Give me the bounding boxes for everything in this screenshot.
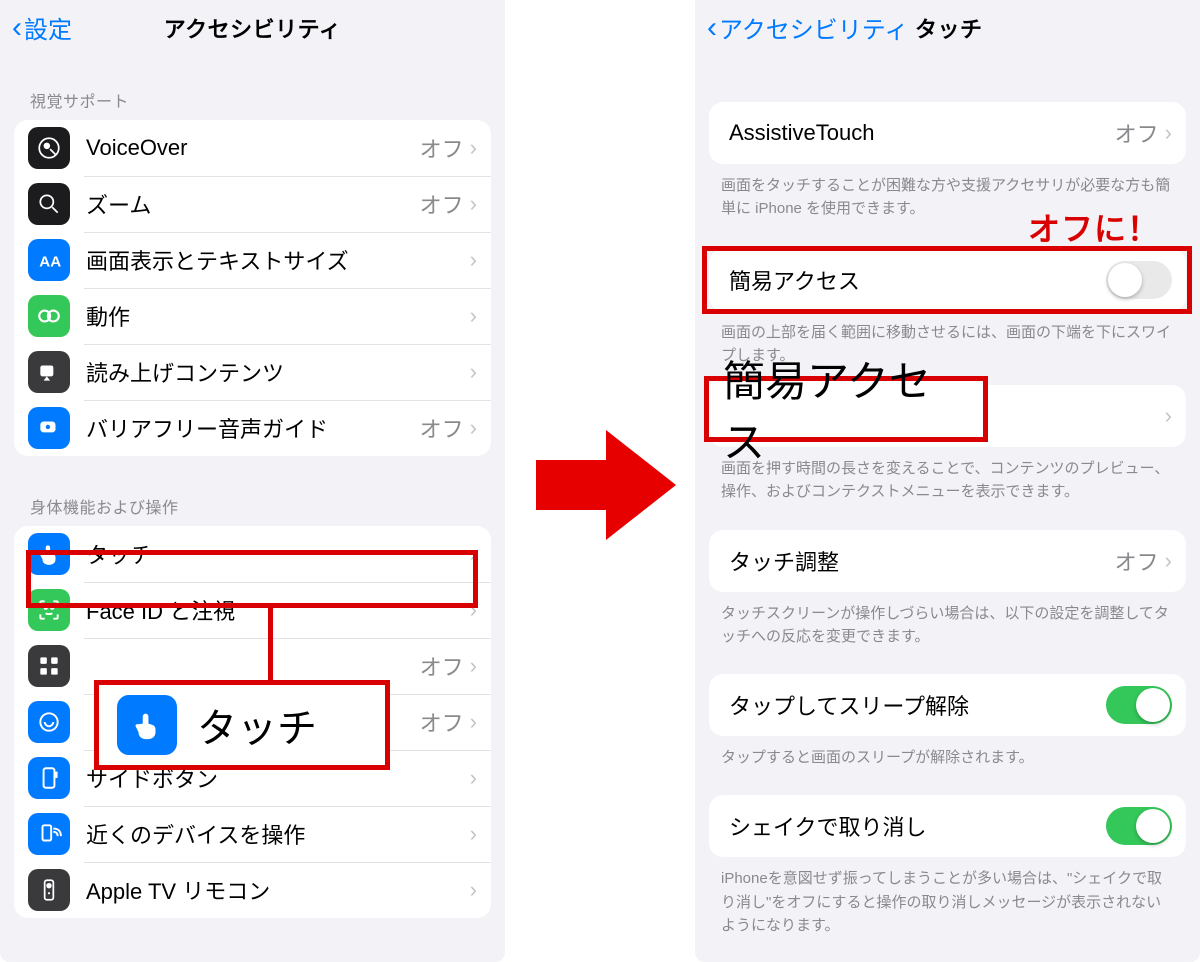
row-value: オフ <box>420 188 464 220</box>
row-label: 読み上げコンテンツ <box>86 356 470 388</box>
footer-tapwake: タップすると画面のスリープが解除されます。 <box>695 736 1200 769</box>
chevron-right-icon: › <box>1165 548 1172 574</box>
row-label: 簡易アクセス <box>729 264 1106 296</box>
row-label: Apple TV リモコン <box>86 874 470 906</box>
row-voiceover[interactable]: VoiceOver オフ › <box>14 120 491 176</box>
display-icon: AA <box>28 239 70 281</box>
toggle-shake[interactable] <box>1106 807 1172 845</box>
row-label: タップしてスリープ解除 <box>729 689 1106 721</box>
navbar-left: ‹ 設定 アクセシビリティ <box>0 0 505 50</box>
group-assistive: AssistiveTouch オフ › <box>709 102 1186 164</box>
chevron-right-icon: › <box>470 821 477 847</box>
row-appletv[interactable]: Apple TV リモコン › <box>14 862 491 918</box>
row-value: オフ <box>1115 117 1159 149</box>
chevron-right-icon: › <box>470 653 477 679</box>
chevron-right-icon: › <box>470 541 477 567</box>
callout-text: タッチ <box>197 696 317 754</box>
row-value: オフ <box>420 132 464 164</box>
navbar-right: ‹ アクセシビリティ タッチ <box>695 0 1200 50</box>
chevron-right-icon: › <box>470 303 477 329</box>
chevron-right-icon: › <box>470 359 477 385</box>
row-label: タッチ調整 <box>729 545 1115 577</box>
switch-icon <box>28 645 70 687</box>
row-label: AssistiveTouch <box>729 120 1115 146</box>
screenshot-left: ‹ 設定 アクセシビリティ 視覚サポート VoiceOver オフ › ズーム … <box>0 0 505 962</box>
row-label: VoiceOver <box>86 135 420 161</box>
chevron-right-icon: › <box>470 135 477 161</box>
row-touch-accom[interactable]: タッチ調整 オフ › <box>709 530 1186 592</box>
chevron-right-icon: › <box>1165 120 1172 146</box>
touch-icon <box>117 695 177 755</box>
audiodesc-icon <box>28 407 70 449</box>
row-audiodesc[interactable]: バリアフリー音声ガイド オフ › <box>14 400 491 456</box>
appletv-icon <box>28 869 70 911</box>
footer-shake: iPhoneを意図せず振ってしまうことが多い場合は、"シェイクで取り消し"をオフ… <box>695 857 1200 937</box>
callout-text: 簡易アクセス <box>723 348 969 470</box>
chevron-right-icon: › <box>470 765 477 791</box>
row-label: バリアフリー音声ガイド <box>86 412 420 444</box>
chevron-right-icon: › <box>470 597 477 623</box>
row-nearby[interactable]: 近くのデバイスを操作 › <box>14 806 491 862</box>
group-visual: VoiceOver オフ › ズーム オフ › AA 画面表示とテキストサイズ … <box>14 120 491 456</box>
page-title: アクセシビリティ <box>0 12 505 44</box>
row-motion[interactable]: 動作 › <box>14 288 491 344</box>
chevron-right-icon: › <box>470 247 477 273</box>
callout-touch: タッチ <box>94 680 390 770</box>
motion-icon <box>28 295 70 337</box>
row-spoken[interactable]: 読み上げコンテンツ › <box>14 344 491 400</box>
chevron-right-icon: › <box>470 877 477 903</box>
row-label: Face ID と注視 <box>86 594 470 626</box>
row-label: タッチ <box>86 538 470 570</box>
faceid-icon <box>28 589 70 631</box>
back-button[interactable]: ‹ アクセシビリティ <box>707 10 908 45</box>
row-touch[interactable]: タッチ › <box>14 526 491 582</box>
svg-text:AA: AA <box>39 254 61 271</box>
chevron-right-icon: › <box>470 415 477 441</box>
chevron-right-icon: › <box>470 191 477 217</box>
footer-accom: タッチスクリーンが操作しづらい場合は、以下の設定を調整してタッチへの反応を変更で… <box>695 592 1200 649</box>
sidebutton-icon <box>28 757 70 799</box>
row-faceid[interactable]: Face ID と注視 › <box>14 582 491 638</box>
group-reach: 簡易アクセス <box>709 249 1186 311</box>
page-title: タッチ <box>915 12 1200 44</box>
voiceover-icon <box>28 127 70 169</box>
back-label: アクセシビリティ <box>719 10 908 45</box>
row-value: オフ <box>420 412 464 444</box>
chevron-right-icon: › <box>1165 403 1172 429</box>
row-label: 動作 <box>86 300 470 332</box>
row-value: オフ <box>420 706 464 738</box>
annotation-off: オフに！ <box>1028 204 1160 250</box>
chevron-left-icon: ‹ <box>707 13 717 43</box>
chevron-right-icon: › <box>470 709 477 735</box>
row-label: 画面表示とテキストサイズ <box>86 244 470 276</box>
row-tapwake[interactable]: タップしてスリープ解除 <box>709 674 1186 736</box>
row-label: シェイクで取り消し <box>729 810 1106 842</box>
zoom-icon <box>28 183 70 225</box>
row-reachability[interactable]: 簡易アクセス <box>709 249 1186 311</box>
row-value: オフ <box>1115 545 1159 577</box>
row-value: オフ <box>420 650 464 682</box>
spoken-icon <box>28 351 70 393</box>
row-label: ズーム <box>86 188 420 220</box>
row-zoom[interactable]: ズーム オフ › <box>14 176 491 232</box>
section-header-physical: 身体機能および操作 <box>0 494 505 526</box>
group-shake: シェイクで取り消し <box>709 795 1186 857</box>
nearby-icon <box>28 813 70 855</box>
screenshot-right: ‹ アクセシビリティ タッチ AssistiveTouch オフ › 画面をタッ… <box>695 0 1200 962</box>
row-shake[interactable]: シェイクで取り消し <box>709 795 1186 857</box>
row-assistivetouch[interactable]: AssistiveTouch オフ › <box>709 102 1186 164</box>
row-display[interactable]: AA 画面表示とテキストサイズ › <box>14 232 491 288</box>
group-tapwake: タップしてスリープ解除 <box>709 674 1186 736</box>
callout-reach: 簡易アクセス <box>704 376 988 442</box>
arrow-annotation <box>536 420 676 550</box>
toggle-tapwake[interactable] <box>1106 686 1172 724</box>
touch-icon <box>28 533 70 575</box>
toggle-reachability[interactable] <box>1106 261 1172 299</box>
section-header-visual: 視覚サポート <box>0 88 505 120</box>
voicectrl-icon <box>28 701 70 743</box>
group-accom: タッチ調整 オフ › <box>709 530 1186 592</box>
row-label: 近くのデバイスを操作 <box>86 818 470 850</box>
